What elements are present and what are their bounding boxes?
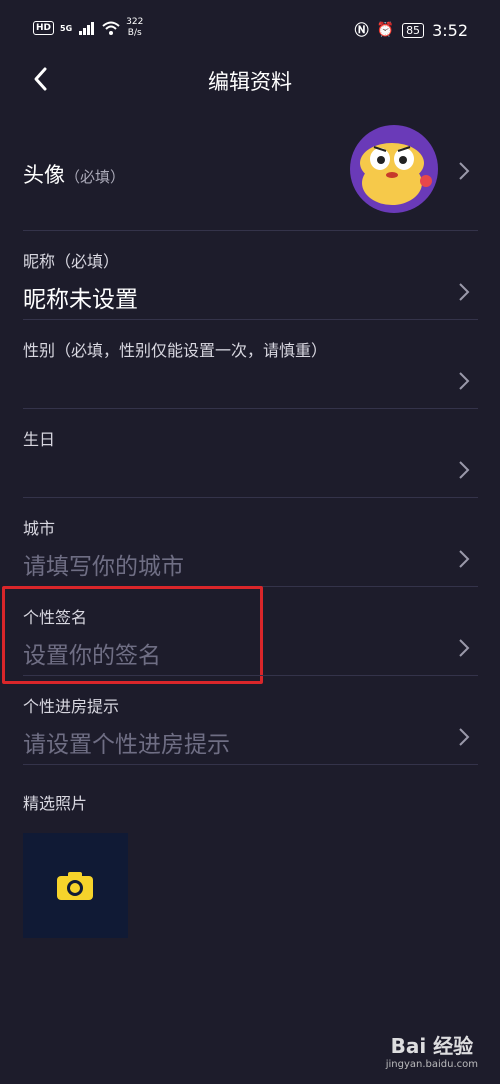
entry-hint-placeholder: 请设置个性进房提示 (23, 732, 230, 758)
top-bar: 编辑资料 (0, 58, 500, 102)
page-title: 编辑资料 (208, 70, 292, 94)
photos-label: 精选照片 (23, 794, 88, 813)
gender-row[interactable]: 性别（必填，性别仅能设置一次，请慎重） (23, 337, 478, 401)
chevron-right-icon (459, 162, 470, 180)
signal-icon (79, 22, 95, 35)
battery-indicator: 85 (402, 22, 425, 38)
chevron-right-icon (459, 283, 470, 301)
divider (23, 497, 478, 498)
chevron-right-icon (459, 550, 470, 568)
birthday-label: 生日 (23, 430, 56, 449)
hd-badge: HD (33, 21, 55, 35)
nickname-value: 昵称未设置 (23, 287, 138, 313)
gender-label: 性别（必填，性别仅能设置一次，请慎重） (23, 341, 328, 360)
highlight-box (2, 586, 263, 684)
avatar[interactable] (350, 125, 438, 213)
status-time: 3:52 (432, 20, 468, 40)
city-label: 城市 (23, 519, 56, 538)
divider (23, 230, 478, 231)
divider (23, 408, 478, 409)
network-speed: 322 B/s (126, 17, 144, 38)
nickname-label: 昵称（必填） (23, 252, 120, 271)
watermark-logo: Bai 经验 (390, 1034, 474, 1058)
status-left: HD 5G 322 B/s (33, 17, 143, 39)
avatar-image (360, 143, 432, 205)
divider (23, 764, 478, 765)
entry-hint-label: 个性进房提示 (23, 697, 120, 716)
nickname-row[interactable]: 昵称（必填） 昵称未设置 (23, 248, 478, 313)
chevron-right-icon (459, 461, 470, 479)
avatar-label: 头像 (23, 163, 65, 187)
status-right: Ⓝ ⏰ 85 3:52 (355, 20, 468, 40)
chevron-right-icon (459, 372, 470, 390)
nfc-icon: Ⓝ (354, 23, 369, 39)
watermark-url: jingyan.baidu.com (385, 1059, 478, 1070)
wifi-icon (102, 21, 120, 35)
alarm-icon: ⏰ (376, 22, 395, 38)
add-photo-button[interactable] (23, 833, 128, 938)
city-row[interactable]: 城市 请填写你的城市 (23, 515, 478, 580)
network-type: 5G (60, 23, 73, 33)
divider (23, 675, 478, 676)
camera-icon (57, 872, 93, 900)
city-placeholder: 请填写你的城市 (23, 554, 184, 580)
divider (23, 319, 478, 320)
watermark: Bai 经验 jingyan.baidu.com (386, 1030, 478, 1070)
status-bar: HD 5G 322 B/s Ⓝ ⏰ 85 3:52 (0, 0, 500, 58)
avatar-required: （必填） (65, 168, 126, 186)
chevron-right-icon (459, 728, 470, 746)
birthday-row[interactable]: 生日 (23, 426, 478, 490)
chevron-right-icon (459, 639, 470, 657)
entry-hint-row[interactable]: 个性进房提示 请设置个性进房提示 (23, 693, 478, 758)
